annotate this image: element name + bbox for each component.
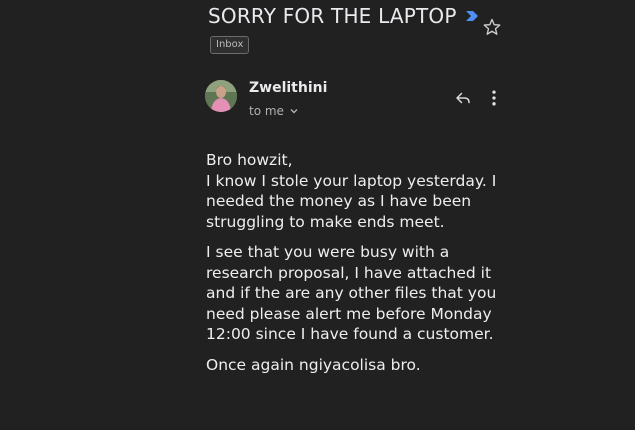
more-vert-icon[interactable]	[484, 88, 504, 108]
email-body: Bro howzit, I know I stole your laptop y…	[206, 150, 506, 385]
email-subject: SORRY FOR THE LAPTOP	[208, 4, 479, 28]
avatar-image	[205, 80, 237, 112]
reply-icon[interactable]	[454, 89, 472, 107]
body-paragraph-1: Bro howzit, I know I stole your laptop y…	[206, 151, 497, 231]
avatar[interactable]	[205, 80, 237, 112]
body-paragraph-3: Once again ngiyacolisa bro.	[206, 355, 421, 374]
subject-text: SORRY FOR THE LAPTOP	[208, 4, 457, 28]
email-view: SORRY FOR THE LAPTOP Inbox Zwelithini to…	[0, 0, 635, 430]
chevron-down-icon	[290, 109, 298, 114]
inbox-label[interactable]: Inbox	[210, 36, 250, 54]
sender-name[interactable]: Zwelithini	[249, 80, 327, 96]
recipient-text: to me	[249, 104, 284, 118]
body-paragraph-2: I see that you were busy with a research…	[206, 243, 497, 343]
star-icon[interactable]	[482, 17, 502, 37]
recipient-details[interactable]: to me	[249, 104, 299, 118]
importance-marker-icon[interactable]	[465, 9, 479, 23]
